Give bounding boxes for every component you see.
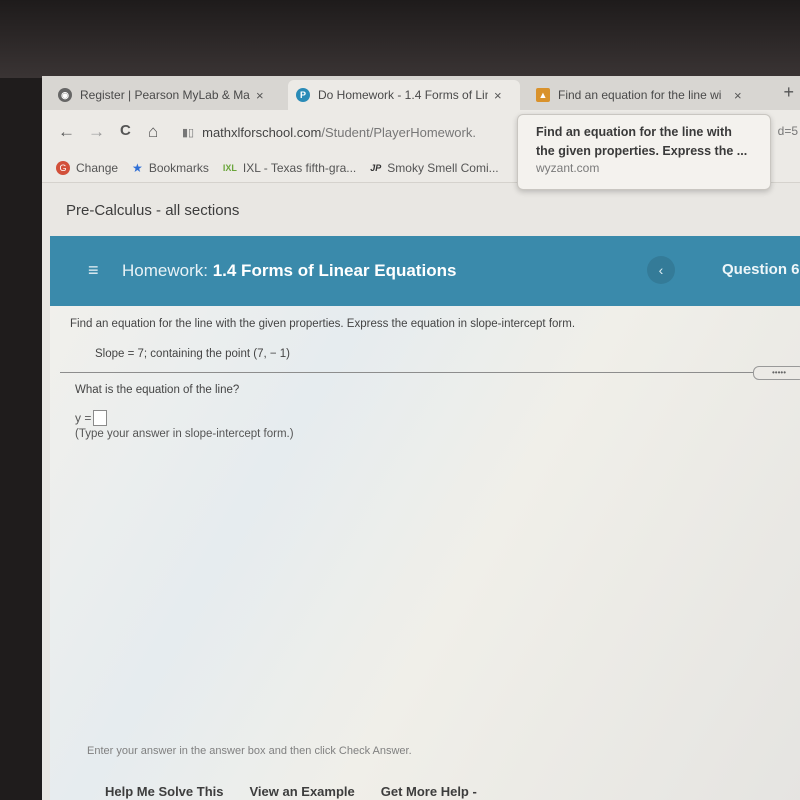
question-selector[interactable]: Question 6 [722, 261, 800, 278]
close-icon[interactable]: × [256, 88, 264, 103]
bookmark-label: IXL - Texas fifth-gra... [242, 161, 357, 175]
homework-header: ≡ Homework: 1.4 Forms of Linear Equation… [50, 236, 800, 306]
bookmark-smoky[interactable]: JP Smoky Smell Comi... [370, 161, 498, 175]
answer-prefix: y = [75, 411, 92, 425]
question-text: What is the equation of the line? [75, 384, 240, 396]
tab-title: Do Homework - 1.4 Forms of Lin [318, 88, 488, 102]
close-icon[interactable]: × [734, 88, 742, 103]
close-icon[interactable]: × [494, 88, 502, 103]
ixl-icon: IXL [222, 163, 237, 173]
course-title: Pre-Calculus - all sections [66, 202, 240, 219]
tab-title: Find an equation for the line wi [558, 88, 722, 102]
tooltip-domain: wyzant.com [536, 161, 600, 175]
divider [60, 372, 800, 373]
bookmark-label: Bookmarks [148, 161, 209, 175]
tab-hover-tooltip: Find an equation for the line with the g… [517, 114, 771, 190]
home-button[interactable]: ⌂ [148, 122, 158, 142]
pearson-icon: P [296, 88, 310, 102]
answer-input[interactable] [93, 410, 108, 426]
answer-row: y = [75, 410, 108, 426]
help-me-solve-this-button[interactable]: Help Me Solve This [105, 784, 223, 799]
tab-strip: ◉ Register | Pearson MyLab & Mas × P Do … [42, 76, 800, 110]
star-icon: ★ [132, 161, 143, 175]
tab-do-homework[interactable]: P Do Homework - 1.4 Forms of Lin × [288, 80, 520, 110]
hamburger-menu-icon[interactable]: ≡ [88, 260, 99, 281]
google-icon: G [56, 161, 70, 175]
wyzant-icon: ▲ [536, 88, 550, 102]
bookmark-ixl[interactable]: IXL IXL - Texas fifth-gra... [223, 161, 356, 175]
url-path: /Student/PlayerHomework. [321, 124, 476, 140]
homework-name: 1.4 Forms of Linear Equations [212, 261, 457, 280]
question-prompt: Find an equation for the line with the g… [70, 318, 576, 330]
given-properties: Slope = 7; containing the point (7, − 1) [95, 348, 290, 360]
url-overflow: d=5 [777, 124, 798, 138]
previous-question-button[interactable]: ‹ [647, 256, 675, 284]
forward-button[interactable]: → [88, 122, 105, 142]
tab-register[interactable]: ◉ Register | Pearson MyLab & Mas × [50, 80, 282, 110]
get-more-help-button[interactable]: Get More Help - [381, 784, 477, 799]
tab-title: Register | Pearson MyLab & Mas [80, 88, 250, 102]
browser-window: ◉ Register | Pearson MyLab & Mas × P Do … [42, 76, 800, 800]
reload-button[interactable]: C [120, 122, 131, 139]
answer-hint: (Type your answer in slope-intercept for… [75, 428, 294, 440]
bookmark-change[interactable]: G Change [56, 161, 118, 175]
jp-icon: JP [370, 163, 382, 173]
back-button[interactable]: ← [58, 122, 75, 142]
monitor-bezel-top [0, 0, 800, 78]
expand-more-button[interactable]: ••••• [753, 366, 800, 380]
view-an-example-button[interactable]: View an Example [249, 784, 354, 799]
instruction-note: Enter your answer in the answer box and … [87, 745, 412, 757]
homework-prefix: Homework: [122, 261, 208, 280]
tab-wyzant[interactable]: ▲ Find an equation for the line wi × [528, 80, 760, 110]
new-tab-button[interactable]: + [783, 82, 794, 103]
bookmark-label: Change [76, 161, 119, 175]
homework-title: Homework: 1.4 Forms of Linear Equations [122, 261, 456, 281]
site-info-icon[interactable]: ▮▯ [182, 126, 194, 139]
question-panel: Find an equation for the line with the g… [50, 306, 800, 800]
address-bar[interactable]: ▮▯ mathxlforschool.com /Student/PlayerHo… [182, 120, 522, 144]
url-domain: mathxlforschool.com [202, 124, 322, 140]
bookmark-bookmarks[interactable]: ★ Bookmarks [132, 161, 209, 175]
monitor-bezel-left [0, 78, 42, 800]
globe-icon: ◉ [58, 88, 72, 102]
tooltip-title: Find an equation for the line with the g… [536, 125, 748, 158]
bookmark-label: Smoky Smell Comi... [387, 161, 499, 175]
help-bar: Help Me Solve This View an Example Get M… [50, 776, 800, 800]
